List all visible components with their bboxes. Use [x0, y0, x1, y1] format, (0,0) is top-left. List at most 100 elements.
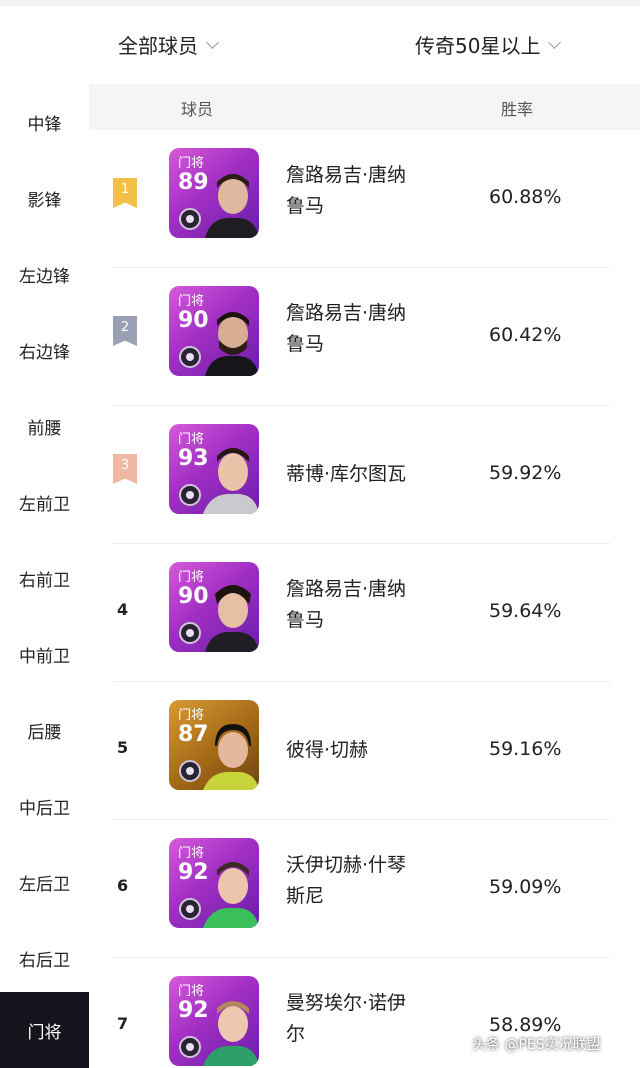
player-name-line: 斯尼 [286, 885, 325, 907]
column-header-winrate: 胜率 [501, 100, 534, 119]
sidebar-item-label: 前腰 [27, 418, 62, 439]
player-card[interactable]: 门将 89 [169, 148, 259, 238]
club-badge-icon [179, 760, 201, 782]
table-row[interactable]: 4 门将 90 詹路易吉·唐纳 鲁马 59.64% [89, 544, 640, 682]
sidebar-item-label: 左后卫 [19, 874, 70, 895]
sidebar-item-label: 左前卫 [19, 494, 70, 515]
rank-number: 2 [120, 320, 130, 335]
win-rate: 59.64% [489, 600, 562, 622]
sidebar-item-lwf[interactable]: 左边锋 [0, 236, 89, 312]
sidebar-item-lb[interactable]: 左后卫 [0, 844, 89, 920]
player-name-line: 詹路易吉·唐纳 [286, 578, 407, 600]
player-name-line: 沃伊切赫·什琴 [286, 854, 407, 876]
club-badge-icon [179, 622, 201, 644]
sidebar-item-label: 右前卫 [19, 570, 70, 591]
player-name-line: 蒂博·库尔图瓦 [286, 463, 407, 485]
sidebar-item-label: 影锋 [27, 190, 62, 211]
player-portrait-icon [203, 1001, 259, 1066]
rank-filter-dropdown[interactable]: 传奇50星以上 [415, 30, 562, 59]
table-row[interactable]: 3 门将 93 蒂博·库尔图瓦 59.92% [89, 406, 640, 544]
chevron-down-icon [206, 35, 219, 49]
position-sidebar: 中锋 影锋 左边锋 右边锋 前腰 左前卫 右前卫 中前卫 后腰 中后卫 左后卫 … [0, 84, 89, 1068]
sidebar-item-rb[interactable]: 右后卫 [0, 920, 89, 996]
player-name-line: 尔 [286, 1023, 306, 1045]
player-name: 詹路易吉·唐纳 鲁马 [286, 574, 436, 636]
win-rate: 60.88% [489, 186, 562, 208]
sidebar-item-label: 中锋 [27, 114, 62, 135]
win-rate: 58.89% [489, 1014, 562, 1036]
sidebar-item-label: 后腰 [27, 722, 62, 743]
player-card[interactable]: 门将 90 [169, 286, 259, 376]
column-header-player: 球员 [181, 100, 214, 119]
sidebar-item-cb[interactable]: 中后卫 [0, 768, 89, 844]
player-card[interactable]: 门将 90 [169, 562, 259, 652]
table-row[interactable]: 6 门将 92 沃伊切赫·什琴 斯尼 59.09% [89, 820, 640, 958]
player-name-line: 鲁马 [286, 609, 325, 631]
table-row[interactable]: 5 门将 87 彼得·切赫 59.16% [89, 682, 640, 820]
sidebar-item-label: 中后卫 [19, 798, 70, 819]
player-name-line: 鲁马 [286, 195, 325, 217]
sidebar-item-dmf[interactable]: 后腰 [0, 692, 89, 768]
win-rate: 59.92% [489, 462, 562, 484]
player-card[interactable]: 门将 93 [169, 424, 259, 514]
player-scope-dropdown[interactable]: 全部球员 [118, 30, 219, 59]
rank-number: 4 [117, 600, 129, 619]
player-card[interactable]: 门将 92 [169, 838, 259, 928]
club-badge-icon [179, 346, 201, 368]
table-row[interactable]: 1 门将 89 詹路易吉·唐纳 鲁马 60.88% [89, 130, 640, 268]
rank-number: 7 [117, 1014, 129, 1033]
rank-ribbon-gold: 1 [113, 178, 137, 208]
ranking-list: 球员 胜率 1 门将 89 詹路易吉·唐纳 鲁马 60.88% 2 门将 90 [89, 84, 640, 1068]
watermark: 头条 @PES实况联盟 [472, 1037, 601, 1053]
win-rate: 59.09% [489, 876, 562, 898]
player-portrait-icon [205, 585, 259, 652]
player-portrait-icon [205, 174, 259, 238]
win-rate: 59.16% [489, 738, 562, 760]
player-name: 蒂博·库尔图瓦 [286, 459, 406, 490]
player-portrait-icon [205, 312, 259, 376]
player-name: 詹路易吉·唐纳 鲁马 [286, 160, 436, 222]
player-portrait-icon [203, 862, 259, 928]
player-portrait-icon [203, 448, 259, 514]
sidebar-item-lmf[interactable]: 左前卫 [0, 464, 89, 540]
sidebar-item-amf[interactable]: 前腰 [0, 388, 89, 464]
sidebar-item-label: 左边锋 [19, 266, 70, 287]
sidebar-item-gk[interactable]: 门将 [0, 992, 89, 1068]
table-header: 球员 胜率 [89, 84, 640, 130]
sidebar-item-cmf[interactable]: 中前卫 [0, 616, 89, 692]
filter-bar: 全部球员 传奇50星以上 [0, 0, 640, 84]
sidebar-item-rmf[interactable]: 右前卫 [0, 540, 89, 616]
rank-number: 3 [120, 458, 130, 473]
rank-ribbon-bronze: 3 [113, 454, 137, 484]
sidebar-item-label: 中前卫 [19, 646, 70, 667]
player-name-line: 詹路易吉·唐纳 [286, 164, 407, 186]
table-row[interactable]: 2 门将 90 詹路易吉·唐纳 鲁马 60.42% [89, 268, 640, 406]
player-name: 詹路易吉·唐纳 鲁马 [286, 298, 436, 360]
rank-number: 1 [120, 182, 130, 197]
player-name: 沃伊切赫·什琴 斯尼 [286, 850, 436, 912]
player-scope-label: 全部球员 [118, 34, 198, 58]
top-strip [0, 0, 640, 6]
chevron-down-icon [548, 35, 562, 49]
rank-number: 6 [117, 876, 129, 895]
sidebar-item-cf[interactable]: 中锋 [0, 84, 89, 160]
player-name-line: 詹路易吉·唐纳 [286, 302, 407, 324]
sidebar-item-label: 门将 [27, 1022, 62, 1043]
sidebar-item-label: 右后卫 [19, 950, 70, 971]
player-card[interactable]: 门将 87 [169, 700, 259, 790]
player-name-line: 鲁马 [286, 333, 325, 355]
club-badge-icon [179, 484, 201, 506]
player-card[interactable]: 门将 92 [169, 976, 259, 1066]
rank-filter-label: 传奇50星以上 [415, 34, 541, 58]
player-portrait-icon [203, 724, 259, 790]
player-name: 曼努埃尔·诺伊 尔 [286, 988, 436, 1050]
sidebar-item-ss[interactable]: 影锋 [0, 160, 89, 236]
rank-ribbon-silver: 2 [113, 316, 137, 346]
win-rate: 60.42% [489, 324, 562, 346]
player-name: 彼得·切赫 [286, 735, 368, 766]
club-badge-icon [179, 208, 201, 230]
sidebar-item-label: 右边锋 [19, 342, 70, 363]
player-name-line: 曼努埃尔·诺伊 [286, 992, 407, 1014]
club-badge-icon [179, 1036, 201, 1058]
sidebar-item-rwf[interactable]: 右边锋 [0, 312, 89, 388]
